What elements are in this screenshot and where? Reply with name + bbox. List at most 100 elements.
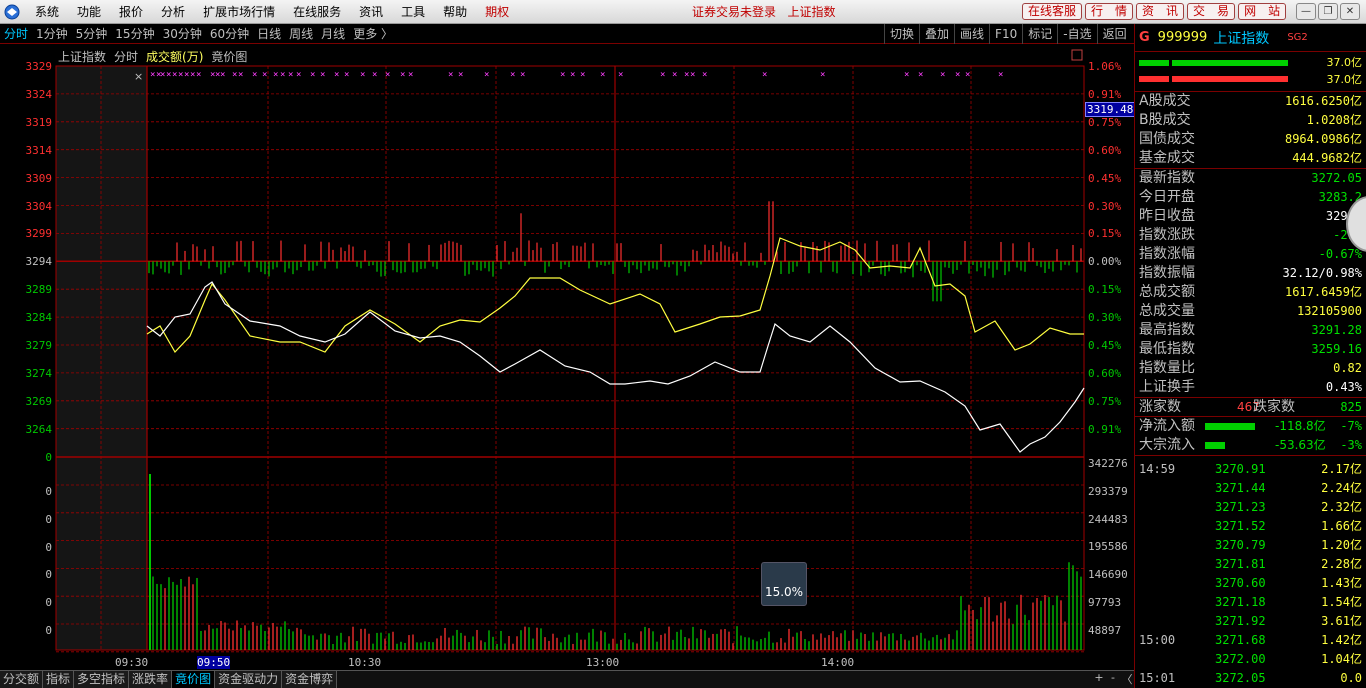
chart-tools: 切换 叠加 画线 F10 标记 -自选 返回 <box>884 24 1132 44</box>
bid-marker: × <box>940 70 945 80</box>
bar-red-a <box>1139 76 1169 82</box>
quick-button[interactable]: 在线客服 <box>1022 3 1083 20</box>
restore-button[interactable]: ❐ <box>1318 3 1338 20</box>
tick-list[interactable]: 14:59 3270.91 2.17亿 3271.44 2.24亿 3271.23 2.32… <box>1135 456 1366 688</box>
tick-row: 14:59 3270.91 2.17亿 <box>1135 460 1366 479</box>
bid-marker: × <box>918 70 923 80</box>
pct-tick-label: 0.00% <box>1088 255 1122 269</box>
bid-label: 竟价图 <box>211 50 248 64</box>
quick-button[interactable]: 交 易 <box>1187 3 1236 20</box>
period-tab[interactable]: 1分钟 <box>32 24 72 44</box>
menu-item[interactable]: 在线服务 <box>284 1 350 23</box>
chart-mode: 分时 <box>114 50 139 64</box>
quote-label: 指数涨跌 <box>1139 227 1195 243</box>
trade-status-text: 证券交易未登录 <box>692 5 777 19</box>
price-tick-label: 3274 <box>25 366 53 380</box>
tick-price: 3272.05 <box>1215 671 1266 685</box>
pct-tick-label: 0.15% <box>1088 227 1122 241</box>
tick-volume: 2.24亿 <box>1321 481 1362 495</box>
bid-marker: × <box>172 70 177 80</box>
chart-tool-button[interactable]: -自选 <box>1057 24 1096 44</box>
period-tab[interactable]: 分时 <box>0 24 32 44</box>
pct-tick-label: 0.91% <box>1088 87 1122 101</box>
bid-marker: × <box>385 70 390 80</box>
bar-value-1: 37.0亿 <box>1326 56 1363 69</box>
flow-label: 大宗流入 <box>1139 437 1195 453</box>
quick-button[interactable]: 行 情 <box>1085 3 1134 20</box>
indicator-tab[interactable]: 资金博弈 <box>282 671 338 688</box>
time-axis-label: 09:50 <box>197 656 231 669</box>
tab-nav-button[interactable]: + <box>1092 671 1106 687</box>
indicator-tab[interactable]: 指标 <box>43 671 75 688</box>
period-tab[interactable]: 更多 〉 <box>349 24 397 44</box>
price-tick-label: 3284 <box>25 311 53 325</box>
menu-item[interactable]: 扩展市场行情 <box>194 1 284 23</box>
tick-row: 3270.60 1.43亿 <box>1135 574 1366 593</box>
tab-nav-button[interactable]: - <box>1106 671 1120 687</box>
minimize-button[interactable]: — <box>1296 3 1316 20</box>
price-tick-label: 0 <box>45 450 52 464</box>
chart-tool-button[interactable]: 标记 <box>1022 24 1057 44</box>
quick-button[interactable]: 资 讯 <box>1136 3 1185 20</box>
bar-red-b <box>1172 76 1288 82</box>
intraday-chart[interactable]: × × × × × × × × × × × × × × × × × × × × × × × × × × × × × × × × × × × × × × × ×… <box>0 44 1136 670</box>
bid-marker: × <box>998 70 1003 80</box>
period-tab[interactable]: 15分钟 <box>111 24 158 44</box>
time-axis-label: 13:00 <box>586 656 620 669</box>
bid-marker: × <box>510 70 515 80</box>
period-tab[interactable]: 60分钟 <box>206 24 253 44</box>
menu-items: 系统 功能 报价 分析 扩展市场行情 在线服务 资讯 工具 帮助 <box>26 1 476 23</box>
period-tab[interactable]: 30分钟 <box>159 24 206 44</box>
quote-row: 指数振幅 32.12/0.98% <box>1135 264 1366 283</box>
indicator-tab[interactable]: 分交额 <box>0 671 44 688</box>
group-badge: G <box>1139 30 1150 45</box>
volume-left-label: 0 <box>45 596 52 610</box>
period-tab[interactable]: 月线 <box>317 24 349 44</box>
volume-right-label: 146690 <box>1088 568 1128 582</box>
bid-marker: × <box>273 70 278 80</box>
menu-item[interactable]: 帮助 <box>434 1 476 23</box>
quick-button[interactable]: 网 站 <box>1238 3 1287 20</box>
tab-nav-button[interactable]: 〈 <box>1120 671 1134 687</box>
indicator-tab[interactable]: 多空指标 <box>74 671 130 688</box>
period-tab[interactable]: 日线 <box>253 24 285 44</box>
bid-marker: × <box>690 70 695 80</box>
bid-marker: × <box>166 70 171 80</box>
bid-marker: × <box>702 70 707 80</box>
period-tab[interactable]: 5分钟 <box>72 24 112 44</box>
quote-row: 上证换手 0.43% <box>1135 378 1366 397</box>
tick-volume: 1.66亿 <box>1321 519 1362 533</box>
sg-badge: SG2 <box>1287 32 1308 43</box>
volume-left-label: 0 <box>45 624 52 637</box>
menu-item[interactable]: 功能 <box>68 1 110 23</box>
chart-tool-button[interactable]: 切换 <box>884 24 919 44</box>
indicator-tab[interactable]: 资金驱动力 <box>215 671 283 688</box>
period-tab[interactable]: 周线 <box>285 24 317 44</box>
close-button[interactable]: ✕ <box>1340 3 1360 20</box>
tick-price: 3270.91 <box>1215 462 1266 476</box>
menu-item[interactable]: 资讯 <box>350 1 392 23</box>
chart-tool-button[interactable]: 返回 <box>1096 24 1132 44</box>
menu-item[interactable]: 系统 <box>26 1 68 23</box>
tick-time: 14:59 <box>1139 462 1176 476</box>
menu-item-options[interactable]: 期权 <box>476 1 518 23</box>
tab-items: 分交额 指标 多空指标 涨跌率 竟价图 资金驱动力 资金博弈 <box>0 671 338 688</box>
pct-tick-label: 0.60% <box>1088 366 1122 380</box>
app-logo-icon[interactable] <box>2 3 22 21</box>
trade-status: 证券交易未登录 上证指数 <box>692 0 835 24</box>
trade-label: B股成交 <box>1139 112 1191 128</box>
quote-label: 指数振幅 <box>1139 265 1195 281</box>
quote-value: 3291.28 <box>1311 323 1362 337</box>
indicator-tab[interactable]: 涨跌率 <box>129 671 173 688</box>
bid-marker: × <box>160 70 165 80</box>
chart-tool-button[interactable]: 画线 <box>954 24 989 44</box>
quote-value: -0.67% <box>1318 247 1362 261</box>
menu-item[interactable]: 工具 <box>392 1 434 23</box>
menu-item[interactable]: 报价 <box>110 1 152 23</box>
tick-row: 3270.79 1.20亿 <box>1135 536 1366 555</box>
menu-item[interactable]: 分析 <box>152 1 194 23</box>
indicator-tab[interactable]: 竟价图 <box>172 671 216 688</box>
chart-tool-button[interactable]: 叠加 <box>919 24 954 44</box>
chart-tool-button[interactable]: F10 <box>989 24 1022 44</box>
quote-label: 指数量比 <box>1139 360 1195 376</box>
